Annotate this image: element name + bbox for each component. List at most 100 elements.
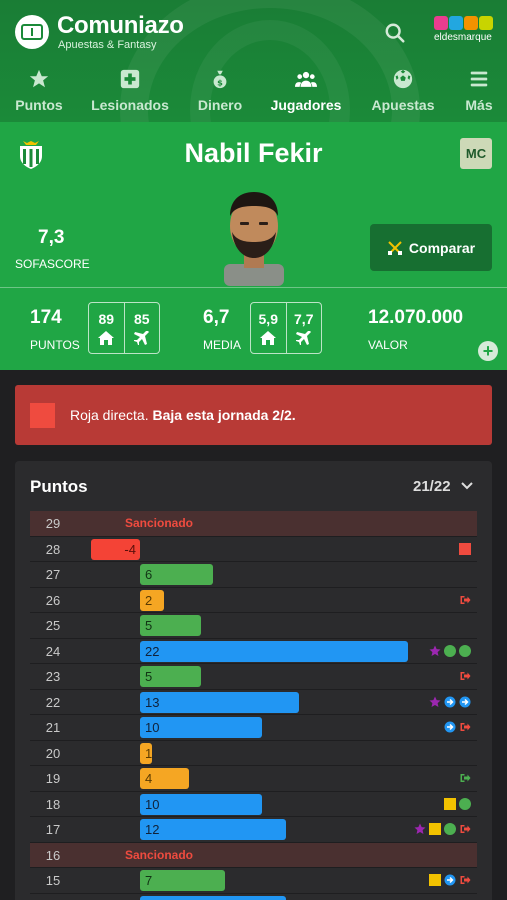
average-label: MEDIA bbox=[203, 338, 242, 352]
sub-out-icon bbox=[460, 825, 471, 833]
points-bar: 10 bbox=[140, 717, 262, 738]
points-row[interactable]: 29 Sancionado bbox=[30, 511, 477, 537]
event-icons bbox=[459, 593, 471, 607]
money-bag-icon: $ bbox=[213, 70, 227, 89]
home-average: 5,9 bbox=[251, 303, 286, 353]
expand-plus-icon[interactable]: + bbox=[478, 341, 498, 361]
points-row[interactable]: 19 4 bbox=[30, 766, 477, 792]
jornada-number: 18 bbox=[45, 796, 61, 812]
comuniazo-logo-icon[interactable] bbox=[15, 15, 49, 49]
points-row[interactable]: 15 7 bbox=[30, 868, 477, 894]
season-selector[interactable]: 21/22 bbox=[413, 478, 451, 495]
jornada-number: 23 bbox=[45, 669, 61, 684]
yellow-card-icon bbox=[429, 874, 441, 886]
nav-label: Dinero bbox=[197, 97, 243, 113]
points-row[interactable]: 24 22 bbox=[30, 639, 477, 664]
sub-in-icon bbox=[460, 774, 471, 782]
points-row[interactable]: 28 -4 bbox=[30, 537, 477, 562]
home-points-value: 89 bbox=[98, 311, 115, 327]
jornada-number: 17 bbox=[45, 822, 61, 837]
jornada-number: 29 bbox=[45, 516, 61, 531]
main-nav: Puntos Lesionados $ Dinero Jugadores Apu… bbox=[0, 64, 507, 120]
star-icon bbox=[414, 823, 426, 834]
search-icon[interactable] bbox=[384, 22, 406, 44]
points-row[interactable]: 27 6 bbox=[30, 562, 477, 588]
average-points: 6,7 bbox=[203, 307, 230, 328]
svg-text:$: $ bbox=[217, 77, 223, 87]
points-row[interactable]: 23 5 bbox=[30, 664, 477, 690]
sofascore-value: 7,3 bbox=[38, 227, 65, 248]
points-bar: 5 bbox=[140, 615, 201, 636]
nav-item-apuestas[interactable]: Apuestas bbox=[368, 64, 438, 120]
market-value-label: VALOR bbox=[368, 338, 408, 352]
plane-icon bbox=[133, 331, 149, 345]
chevron-down-icon[interactable] bbox=[461, 481, 473, 491]
points-bar: 12 bbox=[140, 819, 287, 840]
position-badge: MC bbox=[460, 138, 492, 169]
points-row[interactable]: 25 5 bbox=[30, 613, 477, 639]
star-icon bbox=[429, 645, 441, 656]
points-row[interactable]: 17 12 bbox=[30, 817, 477, 843]
event-icons bbox=[459, 771, 471, 785]
points-row[interactable]: 1412 bbox=[30, 894, 477, 900]
home-average-value: 5,9 bbox=[258, 311, 278, 327]
jornada-number: 27 bbox=[45, 567, 61, 582]
points-row[interactable]: 16 Sancionado bbox=[30, 842, 477, 868]
eldesmarque-logo[interactable]: eldesmarque bbox=[434, 16, 494, 46]
alert-message: Roja directa. Baja esta jornada 2/2. bbox=[70, 407, 296, 423]
alert-bold-text: Baja esta jornada 2/2. bbox=[152, 407, 296, 423]
points-row[interactable]: 20 1 bbox=[30, 741, 477, 766]
sub-out-icon bbox=[460, 595, 471, 604]
nav-label: Lesionados bbox=[91, 97, 169, 113]
event-icons bbox=[459, 542, 471, 556]
away-points-value: 85 bbox=[133, 311, 150, 327]
nav-label: Jugadores bbox=[270, 97, 342, 113]
compare-button[interactable]: Comparar bbox=[370, 224, 492, 271]
crossed-swords-icon bbox=[387, 240, 402, 255]
points-bar: 2 bbox=[140, 589, 165, 611]
event-icons bbox=[429, 644, 471, 658]
player-photo bbox=[224, 192, 284, 286]
goal-icon bbox=[444, 644, 456, 657]
nav-item-puntos[interactable]: Puntos bbox=[10, 64, 68, 120]
total-points-label: PUNTOS bbox=[30, 338, 80, 352]
points-row[interactable]: 26 2 bbox=[30, 588, 477, 613]
jornada-number: 19 bbox=[45, 771, 61, 786]
sub-out-icon bbox=[460, 876, 471, 884]
jornada-number: 20 bbox=[45, 745, 61, 761]
home-icon bbox=[260, 331, 277, 345]
away-points: 85 bbox=[123, 303, 160, 353]
points-bar: 13 bbox=[140, 691, 299, 713]
points-row[interactable]: 18 10 bbox=[30, 792, 477, 817]
total-points: 174 bbox=[30, 307, 62, 328]
jornada-number: 16 bbox=[45, 847, 61, 863]
average-home-away: 5,9 7,7 bbox=[250, 302, 322, 354]
plane-icon bbox=[295, 331, 311, 345]
points-bar: -4 bbox=[91, 538, 140, 560]
event-icons bbox=[414, 822, 471, 836]
home-icon bbox=[98, 331, 115, 345]
points-row[interactable]: 21 10 bbox=[30, 715, 477, 741]
nav-item-mas[interactable]: Más bbox=[459, 64, 499, 120]
points-bar: 4 bbox=[140, 768, 189, 789]
jornada-number: 26 bbox=[45, 592, 61, 608]
points-row[interactable]: 22 13 bbox=[30, 690, 477, 715]
points-bar: 6 bbox=[140, 564, 214, 585]
jornada-number: 15 bbox=[45, 873, 61, 888]
sub-out-icon bbox=[460, 672, 471, 680]
event-icons bbox=[444, 797, 471, 811]
brand-title[interactable]: Comuniazo bbox=[57, 12, 184, 40]
star-icon bbox=[29, 69, 49, 88]
yellow-card-icon bbox=[444, 797, 456, 810]
jornada-number: 24 bbox=[45, 643, 61, 659]
away-average-value: 7,7 bbox=[294, 311, 314, 327]
soccer-ball-icon bbox=[393, 69, 413, 89]
goal-icon bbox=[444, 823, 456, 835]
nav-item-lesionados[interactable]: Lesionados bbox=[90, 64, 170, 120]
points-bar: 1 bbox=[140, 742, 152, 764]
jornada-number: 28 bbox=[45, 541, 61, 557]
nav-item-jugadores[interactable]: Jugadores bbox=[268, 64, 344, 120]
nav-label: Más bbox=[465, 97, 493, 113]
red-card-icon bbox=[30, 403, 55, 428]
nav-item-dinero[interactable]: $ Dinero bbox=[192, 64, 248, 120]
